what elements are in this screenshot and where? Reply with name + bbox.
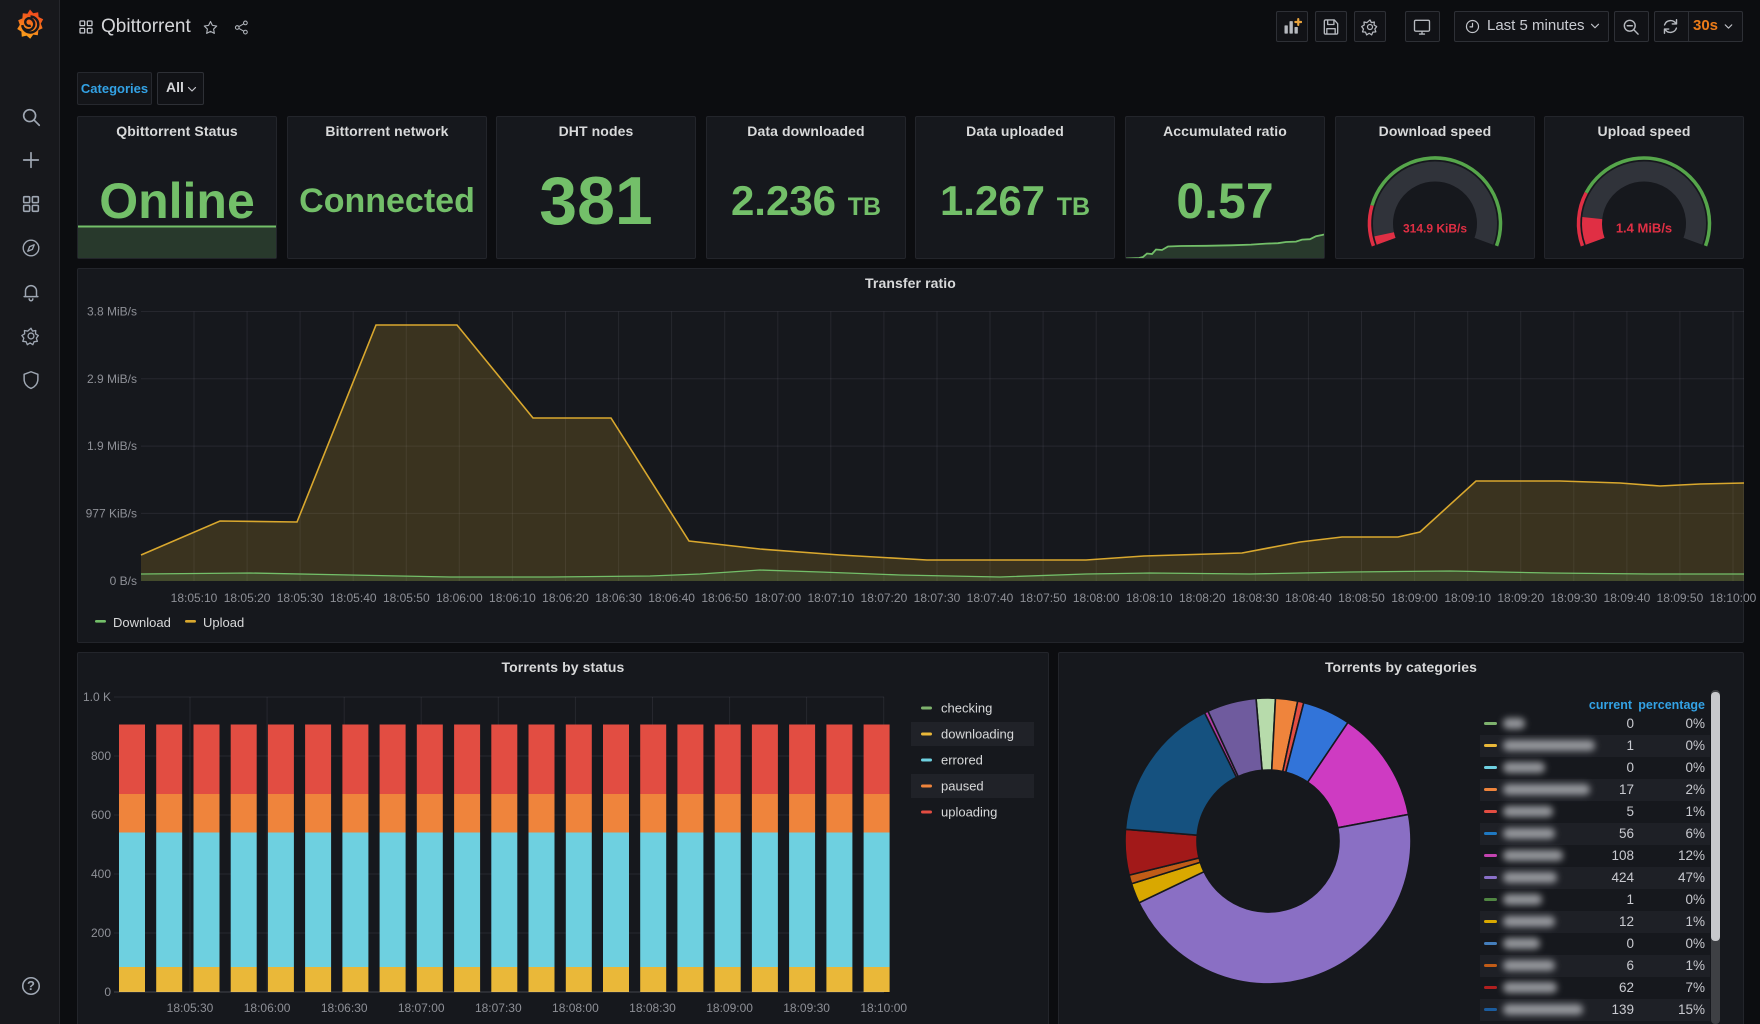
svg-text:977 KiB/s: 977 KiB/s bbox=[86, 506, 137, 520]
svg-text:18:06:40: 18:06:40 bbox=[648, 591, 695, 605]
svg-text:200: 200 bbox=[91, 926, 111, 940]
svg-text:400: 400 bbox=[91, 867, 111, 881]
svg-text:0: 0 bbox=[104, 985, 111, 999]
svg-text:Upload: Upload bbox=[203, 615, 244, 630]
svg-text:18:08:10: 18:08:10 bbox=[1126, 591, 1173, 605]
svg-text:0 B/s: 0 B/s bbox=[110, 574, 137, 588]
svg-text:18:05:20: 18:05:20 bbox=[224, 591, 271, 605]
svg-text:18:08:00: 18:08:00 bbox=[552, 1001, 599, 1015]
svg-text:18:08:50: 18:08:50 bbox=[1338, 591, 1385, 605]
svg-text:18:09:50: 18:09:50 bbox=[1657, 591, 1704, 605]
svg-text:18:08:20: 18:08:20 bbox=[1179, 591, 1226, 605]
svg-text:18:09:10: 18:09:10 bbox=[1444, 591, 1491, 605]
svg-text:18:07:10: 18:07:10 bbox=[807, 591, 854, 605]
svg-text:18:06:50: 18:06:50 bbox=[701, 591, 748, 605]
svg-text:18:06:30: 18:06:30 bbox=[595, 591, 642, 605]
svg-text:18:06:00: 18:06:00 bbox=[244, 1001, 291, 1015]
svg-text:uploading: uploading bbox=[941, 805, 997, 820]
svg-text:18:07:00: 18:07:00 bbox=[398, 1001, 445, 1015]
svg-text:18:07:30: 18:07:30 bbox=[475, 1001, 522, 1015]
svg-text:18:05:50: 18:05:50 bbox=[383, 591, 430, 605]
svg-text:18:06:10: 18:06:10 bbox=[489, 591, 536, 605]
svg-text:2.9 MiB/s: 2.9 MiB/s bbox=[87, 372, 137, 386]
svg-text:314.9 KiB/s: 314.9 KiB/s bbox=[1403, 222, 1467, 236]
svg-text:18:05:30: 18:05:30 bbox=[277, 591, 324, 605]
svg-text:18:07:50: 18:07:50 bbox=[1020, 591, 1067, 605]
svg-text:Download: Download bbox=[113, 615, 171, 630]
svg-text:3.8 MiB/s: 3.8 MiB/s bbox=[87, 305, 137, 319]
svg-text:18:07:00: 18:07:00 bbox=[754, 591, 801, 605]
svg-text:paused: paused bbox=[941, 779, 984, 794]
svg-text:18:10:00: 18:10:00 bbox=[1710, 591, 1757, 605]
svg-text:18:05:30: 18:05:30 bbox=[167, 1001, 214, 1015]
svg-text:18:08:30: 18:08:30 bbox=[629, 1001, 676, 1015]
svg-text:600: 600 bbox=[91, 808, 111, 822]
svg-text:800: 800 bbox=[91, 749, 111, 763]
svg-text:18:05:40: 18:05:40 bbox=[330, 591, 377, 605]
svg-text:1.0 K: 1.0 K bbox=[83, 690, 111, 704]
svg-text:18:10:00: 18:10:00 bbox=[860, 1001, 907, 1015]
svg-text:errored: errored bbox=[941, 753, 983, 768]
svg-text:18:07:40: 18:07:40 bbox=[967, 591, 1014, 605]
svg-text:18:09:00: 18:09:00 bbox=[706, 1001, 753, 1015]
svg-text:18:09:30: 18:09:30 bbox=[1550, 591, 1597, 605]
svg-text:18:09:40: 18:09:40 bbox=[1604, 591, 1651, 605]
svg-text:18:07:30: 18:07:30 bbox=[914, 591, 961, 605]
svg-text:18:08:30: 18:08:30 bbox=[1232, 591, 1279, 605]
svg-text:18:06:20: 18:06:20 bbox=[542, 591, 589, 605]
svg-text:18:09:20: 18:09:20 bbox=[1497, 591, 1544, 605]
svg-text:18:08:00: 18:08:00 bbox=[1073, 591, 1120, 605]
svg-text:18:08:40: 18:08:40 bbox=[1285, 591, 1332, 605]
svg-text:18:06:30: 18:06:30 bbox=[321, 1001, 368, 1015]
svg-text:18:06:00: 18:06:00 bbox=[436, 591, 483, 605]
svg-text:1.4 MiB/s: 1.4 MiB/s bbox=[1616, 221, 1672, 236]
svg-text:18:05:10: 18:05:10 bbox=[171, 591, 218, 605]
svg-text:checking: checking bbox=[941, 701, 992, 716]
svg-text:18:09:00: 18:09:00 bbox=[1391, 591, 1438, 605]
svg-text:18:07:20: 18:07:20 bbox=[861, 591, 908, 605]
svg-text:18:09:30: 18:09:30 bbox=[783, 1001, 830, 1015]
svg-text:1.9 MiB/s: 1.9 MiB/s bbox=[87, 439, 137, 453]
svg-text:downloading: downloading bbox=[941, 727, 1014, 742]
